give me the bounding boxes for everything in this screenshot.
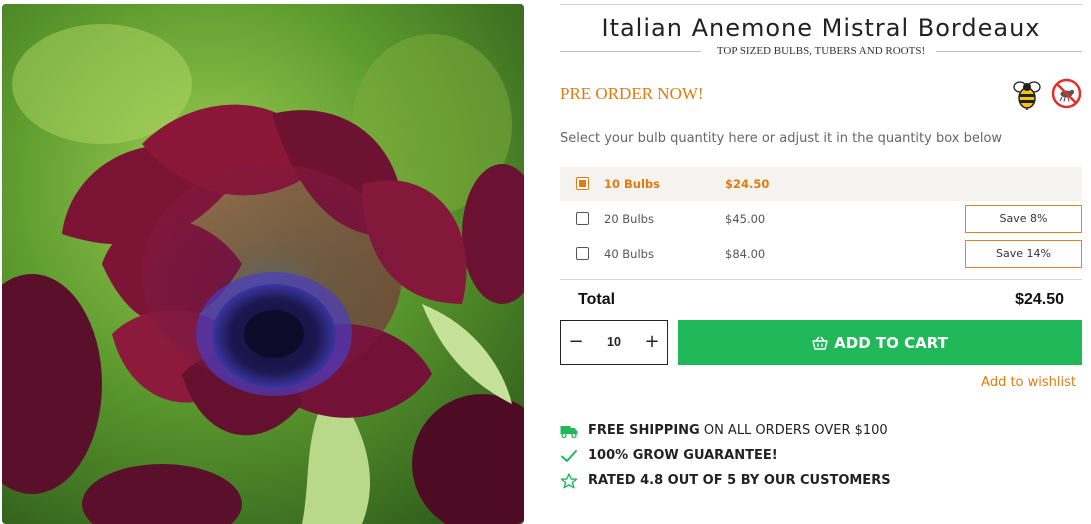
quantity-option-label: 20 Bulbs — [604, 212, 654, 226]
pest-resistant-icon — [1051, 78, 1082, 109]
total-divider — [560, 279, 1082, 280]
feature-free-shipping: FREE SHIPPING ON ALL ORDERS OVER $100 — [560, 419, 1082, 444]
increase-quantity-button[interactable]: + — [637, 321, 667, 364]
feature-text: RATED 4.8 OUT OF 5 BY OUR CUSTOMERS — [588, 473, 891, 488]
quantity-options: 10 Bulbs $24.50 20 Bulbs $45.00 Save 8% … — [560, 167, 1082, 272]
bee-friendly-icon — [1013, 81, 1041, 110]
quantity-option-price: $45.00 — [725, 212, 766, 226]
truck-icon — [560, 426, 578, 439]
decrease-quantity-button[interactable]: − — [561, 321, 591, 364]
product-subtitle: TOP SIZED BULBS, TUBERS AND ROOTS! — [710, 45, 932, 57]
quantity-help-text: Select your bulb quantity here or adjust… — [560, 131, 1003, 146]
feature-rating: RATED 4.8 OUT OF 5 BY OUR CUSTOMERS — [560, 469, 1082, 494]
savings-badge: Save 14% — [965, 240, 1082, 268]
feature-list: FREE SHIPPING ON ALL ORDERS OVER $100 10… — [560, 419, 1082, 494]
quantity-checkbox[interactable] — [576, 212, 589, 225]
feature-text: FREE SHIPPING ON ALL ORDERS OVER $100 — [588, 423, 888, 438]
quantity-option-price: $24.50 — [725, 177, 770, 191]
quantity-option-label: 10 Bulbs — [604, 177, 660, 191]
savings-badge: Save 8% — [965, 205, 1082, 233]
top-divider — [560, 4, 1082, 5]
product-title: Italian Anemone Mistral Bordeaux — [601, 14, 1041, 42]
total-price: $24.50 — [1015, 291, 1064, 308]
add-to-wishlist-link[interactable]: Add to wishlist — [981, 375, 1076, 390]
quantity-checkbox[interactable] — [576, 247, 589, 260]
quantity-option-10[interactable]: 10 Bulbs $24.50 — [560, 167, 1082, 201]
quantity-option-40[interactable]: 40 Bulbs $84.00 Save 14% — [560, 237, 1082, 271]
feature-grow-guarantee: 100% GROW GUARANTEE! — [560, 444, 1082, 469]
quantity-stepper[interactable]: − 10 + — [560, 320, 668, 365]
add-to-cart-button[interactable]: ADD TO CART — [678, 320, 1082, 365]
star-icon — [560, 473, 578, 489]
quantity-option-label: 40 Bulbs — [604, 247, 654, 261]
quantity-option-price: $84.00 — [725, 247, 766, 261]
anemone-flower-photo — [2, 4, 524, 524]
subtitle-row: TOP SIZED BULBS, TUBERS AND ROOTS! — [560, 44, 1082, 60]
quantity-input[interactable]: 10 — [591, 321, 637, 364]
product-image[interactable] — [2, 4, 524, 524]
add-to-cart-label: ADD TO CART — [834, 333, 948, 352]
feature-text: 100% GROW GUARANTEE! — [588, 448, 778, 463]
quantity-option-20[interactable]: 20 Bulbs $45.00 Save 8% — [560, 202, 1082, 236]
total-label: Total — [578, 291, 616, 308]
quantity-checkbox[interactable] — [576, 177, 589, 190]
checkmark-icon — [561, 450, 577, 462]
preorder-label: PRE ORDER NOW! — [560, 84, 704, 103]
basket-icon — [812, 336, 828, 350]
